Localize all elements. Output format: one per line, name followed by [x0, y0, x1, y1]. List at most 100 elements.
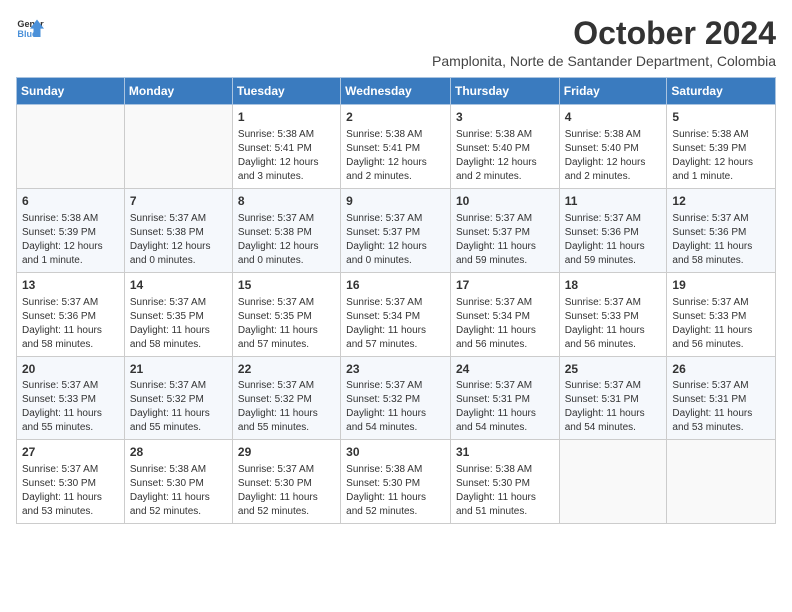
calendar-cell: 4Sunrise: 5:38 AMSunset: 5:40 PMDaylight… — [559, 105, 667, 189]
calendar-header-row: Sunday Monday Tuesday Wednesday Thursday… — [17, 78, 776, 105]
day-content: Daylight: 11 hours and 55 minutes. — [238, 407, 335, 435]
day-content: Sunset: 5:39 PM — [672, 142, 770, 156]
day-content: Daylight: 11 hours and 59 minutes. — [456, 240, 554, 268]
day-number: 26 — [672, 361, 770, 378]
day-content: Sunrise: 5:37 AM — [22, 379, 119, 393]
day-content: Sunrise: 5:38 AM — [456, 463, 554, 477]
day-content: Daylight: 12 hours and 0 minutes. — [346, 240, 445, 268]
calendar-cell: 14Sunrise: 5:37 AMSunset: 5:35 PMDayligh… — [124, 272, 232, 356]
day-number: 7 — [130, 193, 227, 210]
day-content: Sunset: 5:35 PM — [130, 310, 227, 324]
title-area: October 2024 Pamplonita, Norte de Santan… — [44, 16, 776, 69]
day-content: Sunrise: 5:37 AM — [672, 379, 770, 393]
calendar-cell: 13Sunrise: 5:37 AMSunset: 5:36 PMDayligh… — [17, 272, 125, 356]
day-content: Sunset: 5:33 PM — [565, 310, 662, 324]
calendar-table: Sunday Monday Tuesday Wednesday Thursday… — [16, 77, 776, 524]
day-content: Sunrise: 5:37 AM — [456, 379, 554, 393]
day-content: Sunrise: 5:37 AM — [672, 296, 770, 310]
col-thursday: Thursday — [450, 78, 559, 105]
calendar-cell: 10Sunrise: 5:37 AMSunset: 5:37 PMDayligh… — [450, 188, 559, 272]
calendar-cell — [559, 440, 667, 524]
day-number: 14 — [130, 277, 227, 294]
col-monday: Monday — [124, 78, 232, 105]
calendar-cell: 31Sunrise: 5:38 AMSunset: 5:30 PMDayligh… — [450, 440, 559, 524]
calendar-cell: 26Sunrise: 5:37 AMSunset: 5:31 PMDayligh… — [667, 356, 776, 440]
day-content: Sunrise: 5:37 AM — [130, 212, 227, 226]
day-content: Sunrise: 5:37 AM — [238, 212, 335, 226]
day-content: Daylight: 12 hours and 3 minutes. — [238, 156, 335, 184]
day-content: Sunset: 5:38 PM — [238, 226, 335, 240]
day-content: Sunset: 5:36 PM — [565, 226, 662, 240]
day-content: Sunrise: 5:37 AM — [238, 296, 335, 310]
day-number: 29 — [238, 444, 335, 461]
day-content: Sunrise: 5:37 AM — [238, 379, 335, 393]
day-content: Sunrise: 5:37 AM — [672, 212, 770, 226]
day-number: 12 — [672, 193, 770, 210]
col-wednesday: Wednesday — [341, 78, 451, 105]
day-content: Sunset: 5:32 PM — [238, 393, 335, 407]
day-content: Daylight: 11 hours and 59 minutes. — [565, 240, 662, 268]
calendar-cell: 19Sunrise: 5:37 AMSunset: 5:33 PMDayligh… — [667, 272, 776, 356]
day-number: 4 — [565, 109, 662, 126]
day-number: 13 — [22, 277, 119, 294]
calendar-cell: 18 Sunrise: 5:37 AMSunset: 5:33 PMDayligh… — [559, 272, 667, 356]
calendar-cell: 8Sunrise: 5:37 AMSunset: 5:38 PMDaylight… — [232, 188, 340, 272]
day-number: 23 — [346, 361, 445, 378]
day-content: Sunrise: 5:37 AM — [130, 379, 227, 393]
calendar-cell — [17, 105, 125, 189]
day-number: 9 — [346, 193, 445, 210]
day-content: Sunset: 5:34 PM — [456, 310, 554, 324]
calendar-cell: 17Sunrise: 5:37 AMSunset: 5:34 PMDayligh… — [450, 272, 559, 356]
day-number: 19 — [672, 277, 770, 294]
day-content: Daylight: 11 hours and 56 minutes. — [565, 324, 662, 352]
day-content: Daylight: 11 hours and 58 minutes. — [22, 324, 119, 352]
day-content: Daylight: 12 hours and 0 minutes. — [238, 240, 335, 268]
day-content: Sunset: 5:36 PM — [22, 310, 119, 324]
day-number: 28 — [130, 444, 227, 461]
day-content: Sunset: 5:31 PM — [456, 393, 554, 407]
calendar-cell: 25Sunrise: 5:37 AMSunset: 5:31 PMDayligh… — [559, 356, 667, 440]
calendar-cell: 20Sunrise: 5:37 AMSunset: 5:33 PMDayligh… — [17, 356, 125, 440]
calendar-title: October 2024 — [44, 16, 776, 51]
day-number: 18 — [565, 277, 662, 294]
day-content: Sunrise: 5:38 AM — [565, 128, 662, 142]
day-content: Daylight: 12 hours and 0 minutes. — [130, 240, 227, 268]
col-saturday: Saturday — [667, 78, 776, 105]
calendar-cell: 28Sunrise: 5:38 AMSunset: 5:30 PMDayligh… — [124, 440, 232, 524]
day-content: Sunset: 5:32 PM — [346, 393, 445, 407]
day-content: Sunset: 5:30 PM — [130, 477, 227, 491]
day-number: 27 — [22, 444, 119, 461]
calendar-cell: 30Sunrise: 5:38 AMSunset: 5:30 PMDayligh… — [341, 440, 451, 524]
calendar-cell: 12Sunrise: 5:37 AMSunset: 5:36 PMDayligh… — [667, 188, 776, 272]
day-content: Sunset: 5:34 PM — [346, 310, 445, 324]
day-content: Daylight: 11 hours and 53 minutes. — [672, 407, 770, 435]
calendar-cell: 23Sunrise: 5:37 AMSunset: 5:32 PMDayligh… — [341, 356, 451, 440]
day-content: Daylight: 11 hours and 51 minutes. — [456, 491, 554, 519]
day-content: Daylight: 12 hours and 2 minutes. — [346, 156, 445, 184]
day-content: Daylight: 11 hours and 54 minutes. — [565, 407, 662, 435]
day-content: Sunset: 5:37 PM — [456, 226, 554, 240]
calendar-cell: 5Sunrise: 5:38 AMSunset: 5:39 PMDaylight… — [667, 105, 776, 189]
day-content: Sunrise: 5:37 AM — [456, 296, 554, 310]
day-content: Sunrise: 5:37 AM — [346, 212, 445, 226]
day-content: Daylight: 11 hours and 57 minutes. — [346, 324, 445, 352]
day-number: 5 — [672, 109, 770, 126]
calendar-week-row: 13Sunrise: 5:37 AMSunset: 5:36 PMDayligh… — [17, 272, 776, 356]
calendar-cell: 27Sunrise: 5:37 AMSunset: 5:30 PMDayligh… — [17, 440, 125, 524]
day-content: Sunrise: 5:38 AM — [456, 128, 554, 142]
day-number: 2 — [346, 109, 445, 126]
page-header: General Blue October 2024 Pamplonita, No… — [16, 16, 776, 69]
day-content: Sunset: 5:41 PM — [346, 142, 445, 156]
day-content: Sunset: 5:31 PM — [565, 393, 662, 407]
day-content: Sunset: 5:40 PM — [456, 142, 554, 156]
calendar-week-row: 20Sunrise: 5:37 AMSunset: 5:33 PMDayligh… — [17, 356, 776, 440]
calendar-subtitle: Pamplonita, Norte de Santander Departmen… — [44, 53, 776, 69]
day-content: Sunset: 5:30 PM — [238, 477, 335, 491]
day-content: Sunrise: 5:38 AM — [130, 463, 227, 477]
day-content: Daylight: 11 hours and 54 minutes. — [456, 407, 554, 435]
calendar-week-row: 27Sunrise: 5:37 AMSunset: 5:30 PMDayligh… — [17, 440, 776, 524]
day-content: Sunrise: 5:37 AM — [565, 296, 662, 310]
day-content: Daylight: 11 hours and 55 minutes. — [130, 407, 227, 435]
day-content: Daylight: 11 hours and 58 minutes. — [130, 324, 227, 352]
day-number: 1 — [238, 109, 335, 126]
